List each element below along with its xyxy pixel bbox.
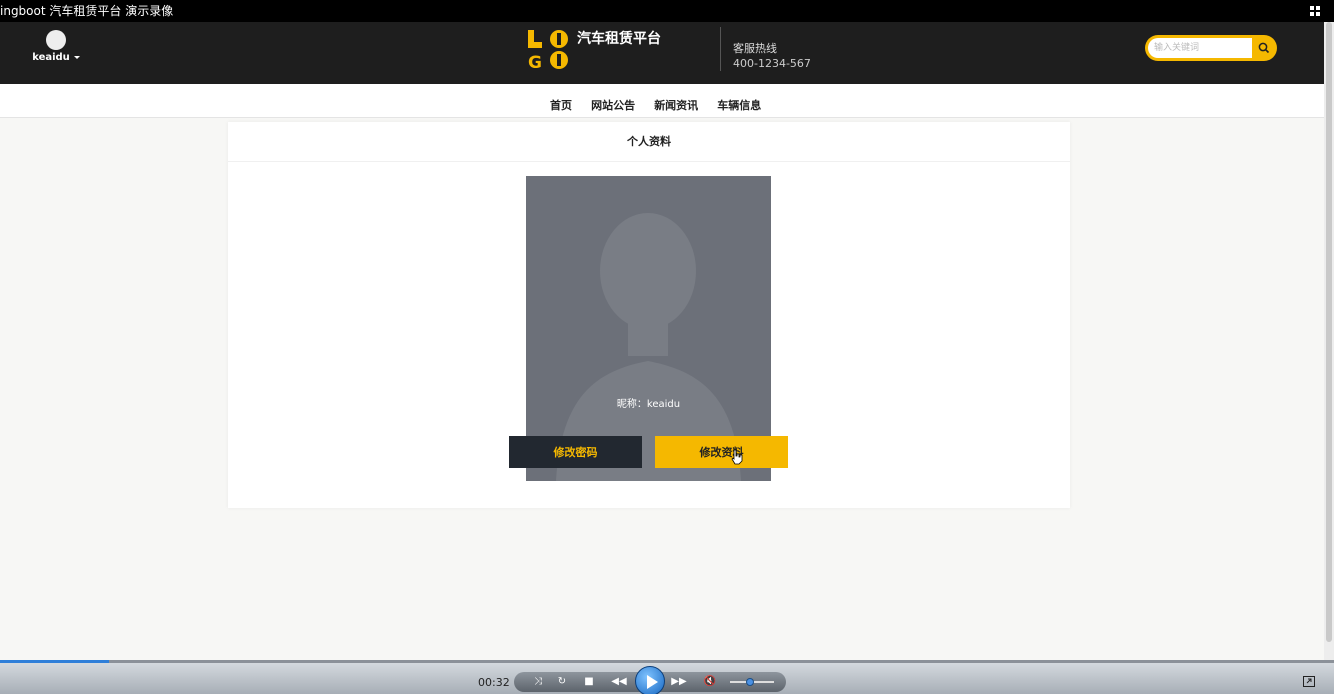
hand-cursor-icon: [731, 449, 743, 465]
edit-profile-button[interactable]: 修改资料: [655, 436, 788, 468]
brand-name: 汽车租赁平台: [577, 31, 661, 47]
page-title: 个人资料: [228, 122, 1070, 162]
vertical-scrollbar[interactable]: [1324, 22, 1334, 660]
seek-bar-fill: [0, 660, 110, 663]
nav-item-announcements[interactable]: 网站公告: [591, 99, 635, 112]
change-password-button[interactable]: 修改密码: [509, 436, 642, 468]
username[interactable]: keaidu: [32, 52, 70, 63]
rewind-icon[interactable]: ◀◀: [610, 672, 628, 692]
mute-icon[interactable]: 🔇: [702, 672, 718, 692]
play-button[interactable]: [635, 666, 665, 694]
repeat-icon[interactable]: ↻: [554, 672, 570, 692]
profile-card: 个人资料 昵称：keaidu 修改密码 修改资料: [228, 122, 1070, 508]
logo-icon: G: [528, 30, 568, 72]
seek-bar[interactable]: [0, 660, 1334, 663]
caret-down-icon[interactable]: [73, 55, 80, 59]
avatar[interactable]: [46, 30, 66, 50]
fast-forward-icon[interactable]: ▶▶: [670, 672, 688, 692]
playback-time: 00:32: [478, 676, 510, 689]
window-grip-icon[interactable]: [1310, 6, 1320, 16]
search-input[interactable]: [1148, 38, 1252, 58]
nickname: 昵称：keaidu: [616, 399, 681, 410]
user-menu[interactable]: keaidu: [30, 30, 82, 63]
search-icon[interactable]: [1257, 41, 1271, 55]
window-title-bar: ingboot 汽车租赁平台 演示录像: [0, 0, 1334, 22]
play-icon[interactable]: [636, 667, 666, 694]
window-title: ingboot 汽车租赁平台 演示录像: [0, 4, 174, 18]
volume-knob[interactable]: [746, 678, 754, 686]
hotline-number: 400-1234-567: [733, 57, 811, 70]
player-controls: 00:32 ⤨ ↻ ■ ◀◀ ▶▶ 🔇: [0, 660, 1334, 694]
site-header: keaidu G 汽车租赁平台 客服热线 400-1234-567: [0, 22, 1324, 84]
hotline-label: 客服热线: [733, 42, 777, 55]
fullscreen-icon[interactable]: [1303, 676, 1315, 687]
nav-item-vehicles[interactable]: 车辆信息: [717, 99, 761, 112]
scrollbar-thumb[interactable]: [1326, 22, 1332, 642]
nav-item-news[interactable]: 新闻资讯: [654, 99, 698, 112]
header-divider: [720, 27, 721, 71]
stop-icon[interactable]: ■: [582, 672, 596, 692]
svg-text:G: G: [528, 53, 542, 72]
shuffle-icon[interactable]: ⤨: [530, 672, 546, 692]
nav-item-home[interactable]: 首页: [550, 99, 572, 112]
main-nav: 首页 网站公告 新闻资讯 车辆信息: [0, 84, 1324, 118]
search-box: [1145, 35, 1277, 61]
